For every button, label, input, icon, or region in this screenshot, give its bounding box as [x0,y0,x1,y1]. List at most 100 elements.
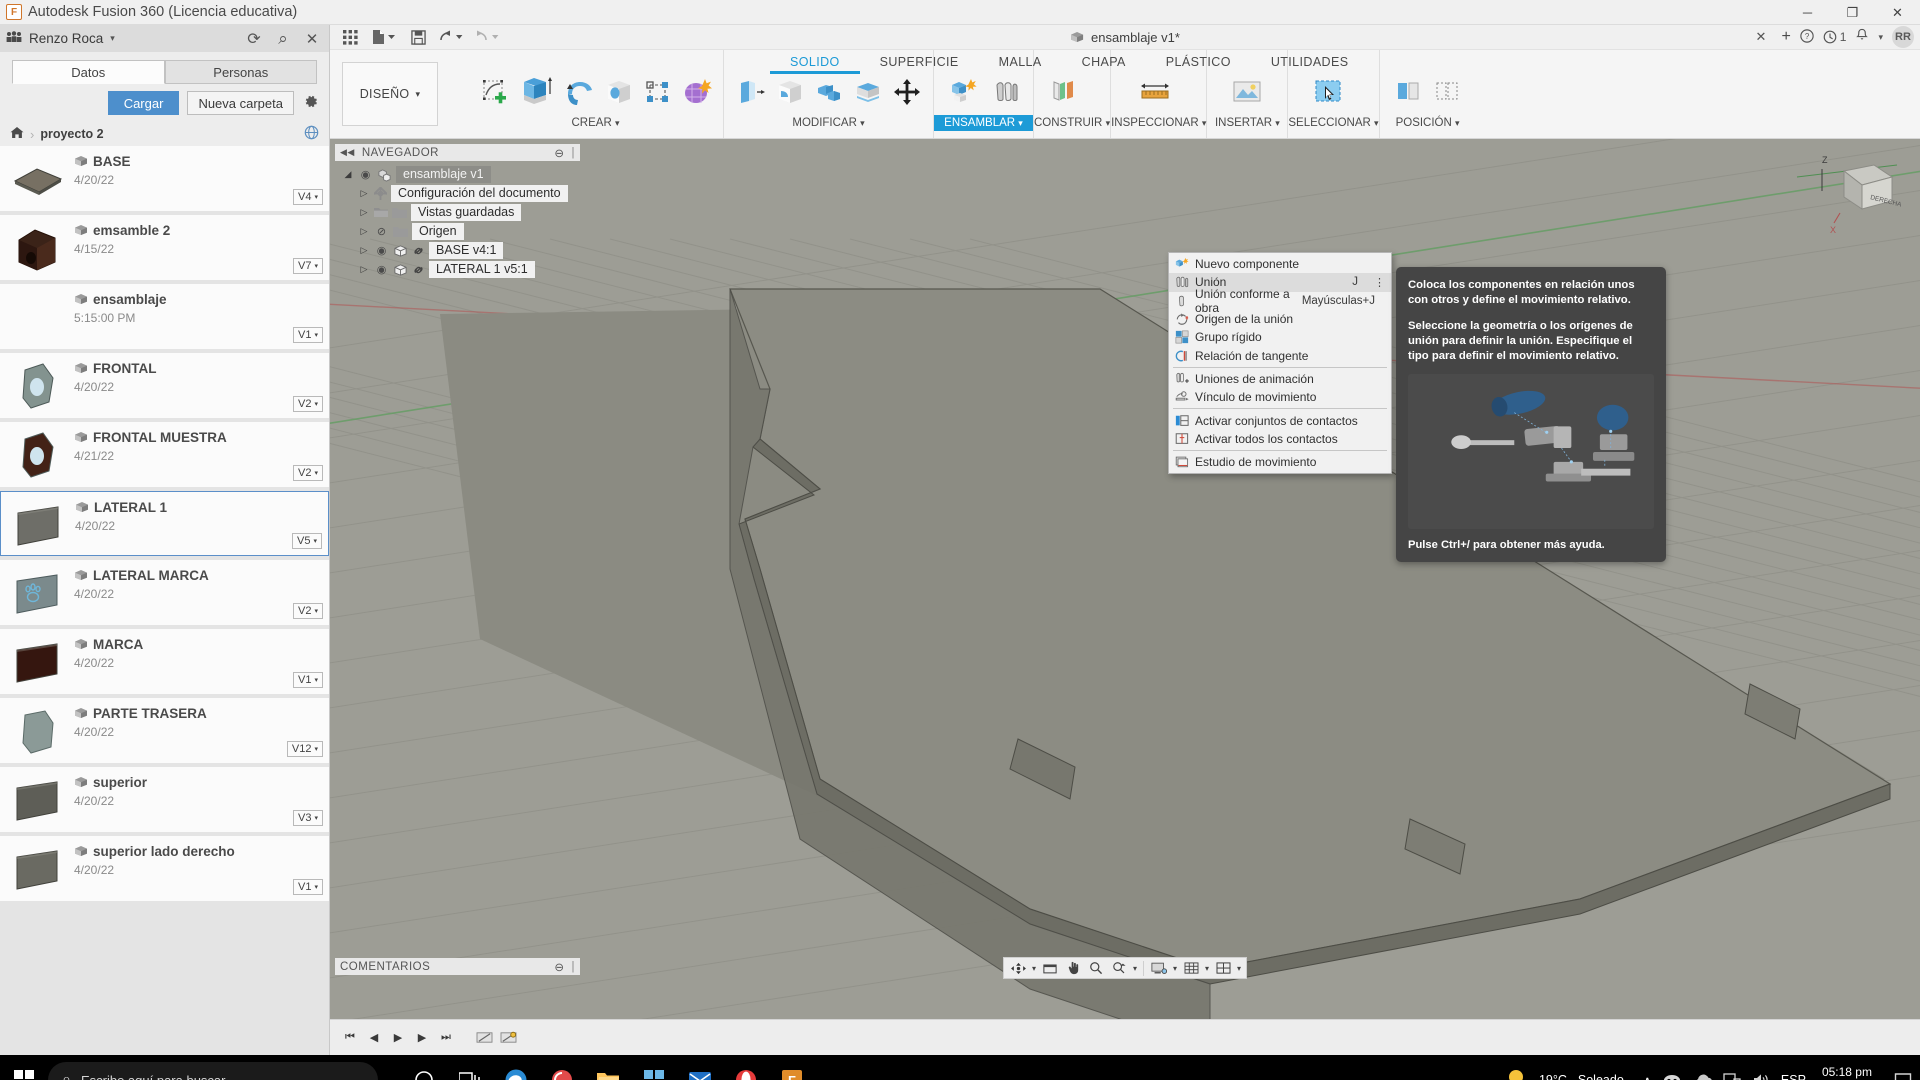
comments-resize-handle[interactable]: | [572,961,576,973]
file-list-item[interactable]: MARCA 4/20/22 V1 ▾ [0,629,329,694]
grid-snap-icon[interactable] [1180,959,1202,978]
menu-item[interactable]: Grupo rígido [1169,328,1391,346]
expand-arrow-icon[interactable]: ▷ [358,245,370,256]
file-version-badge[interactable]: V1 ▾ [293,672,323,688]
file-list-item[interactable]: FRONTAL MUESTRA 4/21/22 V2 ▾ [0,422,329,487]
weather-temperature[interactable]: 19°C [1539,1073,1567,1080]
visibility-icon[interactable]: ◉ [374,244,389,257]
assemble-dropdown-menu[interactable]: Nuevo componente Unión J ⋮ Unión conform… [1168,252,1392,475]
new-component-button[interactable] [942,72,986,112]
timeline-bar[interactable]: ⏮ ◀ ▶ ▶ ⏭ [330,1019,1920,1055]
expand-arrow-icon[interactable]: ▷ [358,226,370,237]
timeline-prev-button[interactable]: ◀ [364,1028,384,1048]
close-panel-icon[interactable]: ✕ [301,28,323,50]
timeline-play-button[interactable]: ▶ [388,1028,408,1048]
onedrive-icon[interactable] [1692,1073,1712,1080]
file-list-item[interactable]: BASE 4/20/22 V4 ▾ [0,146,329,211]
ribbon-tab-utilidades[interactable]: UTILIDADES [1251,55,1369,74]
undo-icon[interactable] [434,26,468,48]
create-sketch-button[interactable] [476,72,513,112]
view-cube[interactable]: Z DERECHA X [1792,147,1903,242]
document-tab[interactable]: ensamblaje v1* [1070,30,1180,45]
file-list-item[interactable]: emsamble 2 4/15/22 V7 ▾ [0,215,329,280]
volume-icon[interactable] [1752,1072,1770,1080]
breadcrumb-project[interactable]: proyecto 2 [40,127,103,141]
help-icon[interactable]: ? [1800,28,1814,46]
fusion360-icon[interactable]: F [772,1060,812,1080]
upload-button[interactable]: Cargar [107,91,180,115]
opera-icon[interactable] [726,1060,766,1080]
mail-icon[interactable] [680,1060,720,1080]
browser-dot-icon[interactable]: ⊖ [554,146,564,160]
app-red-icon[interactable] [542,1060,582,1080]
create-form-button[interactable] [678,72,715,112]
avatar[interactable]: RR [1892,26,1914,48]
notifications-bell-icon[interactable] [1855,28,1869,46]
file-list-item[interactable]: ensamblaje 5:15:00 PM V1 ▾ [0,284,329,349]
browser-tree-node[interactable]: ▷ ◉ BASE v4:1 [335,241,580,260]
fillet-button[interactable] [771,72,808,112]
file-version-badge[interactable]: V3 ▾ [293,810,323,826]
menu-item[interactable]: Activar conjuntos de contactos [1169,411,1391,429]
microsoft-store-icon[interactable] [634,1060,674,1080]
browser-tree-node[interactable]: ◢ ◉ ensamblaje v1 [335,165,580,184]
comments-dot-icon[interactable]: ⊖ [554,960,564,974]
browser-tree-node[interactable]: ▷ Vistas guardadas [335,203,580,222]
viewports-icon[interactable] [1212,959,1234,978]
zoom-window-icon[interactable] [1108,959,1130,978]
timeline-edit-icon[interactable] [474,1028,494,1048]
file-version-badge[interactable]: V7 ▾ [293,258,323,274]
position-revert-button[interactable] [1429,72,1466,112]
help-chevron-icon[interactable]: ▾ [1878,32,1883,43]
construction-plane-button[interactable] [1042,72,1086,112]
tab-datos[interactable]: Datos [12,60,165,84]
move-copy-button[interactable] [888,72,925,112]
ribbon-tab-malla[interactable]: MALLA [979,55,1062,74]
file-version-badge[interactable]: V2 ▾ [293,396,323,412]
file-list-item[interactable]: superior lado derecho 4/20/22 V1 ▾ [0,836,329,901]
file-list[interactable]: BASE 4/20/22 V4 ▾ emsamble 2 4/15/22 V7 … [0,146,329,1055]
weather-sun-icon[interactable] [1506,1068,1528,1080]
browser-tree-node[interactable]: ▷ ⊘ Origen [335,222,580,241]
chevron-down-icon[interactable]: ▾ [1131,959,1139,978]
minimize-button[interactable]: ─ [1785,0,1830,25]
menu-item[interactable]: Activar todos los contactos [1169,430,1391,448]
user-name[interactable]: Renzo Roca [29,31,103,46]
save-icon[interactable] [404,26,432,48]
notification-icon[interactable] [1894,1072,1912,1080]
combine-button[interactable] [849,72,886,112]
tray-expand-icon[interactable]: ∧ [1643,1073,1652,1080]
timeline-last-button[interactable]: ⏭ [436,1028,456,1048]
gear-icon[interactable] [302,93,319,113]
menu-item[interactable]: Relación de tangente [1169,346,1391,364]
file-list-item[interactable]: superior 4/20/22 V3 ▾ [0,767,329,832]
chevron-down-icon[interactable]: ▾ [1235,959,1243,978]
edge-icon[interactable] [496,1060,536,1080]
expand-arrow-icon[interactable]: ▷ [358,188,370,199]
close-button[interactable]: ✕ [1875,0,1920,25]
menu-item[interactable]: Vínculo de movimiento [1169,388,1391,406]
position-snapshot-button[interactable] [1390,72,1427,112]
display-settings-icon[interactable] [1148,959,1170,978]
file-version-badge[interactable]: V4 ▾ [293,189,323,205]
timeline-next-button[interactable]: ▶ [412,1028,432,1048]
file-version-badge[interactable]: V1 ▾ [293,327,323,343]
add-tab-button[interactable]: + [1781,28,1790,46]
browser-tree[interactable]: ◢ ◉ ensamblaje v1 ▷ Configuración del do… [335,161,580,279]
timeline-marker-icon[interactable] [498,1028,518,1048]
weather-description[interactable]: Soleado [1578,1073,1624,1080]
task-view-icon[interactable] [450,1060,490,1080]
comments-panel-header[interactable]: COMENTARIOS ⊖ | [335,958,580,975]
file-version-badge[interactable]: V5 ▾ [292,533,322,549]
file-version-badge[interactable]: V2 ▾ [293,465,323,481]
menu-item[interactable]: Nuevo componente [1169,255,1391,273]
file-version-badge[interactable]: V2 ▾ [293,603,323,619]
tab-close-icon[interactable]: ✕ [1756,29,1767,45]
browser-resize-handle[interactable]: | [572,147,576,159]
chevron-down-icon[interactable]: ▾ [1203,959,1211,978]
menu-item-overflow-icon[interactable]: ⋮ [1374,276,1385,289]
hole-button[interactable] [600,72,637,112]
globe-icon[interactable] [304,125,319,143]
file-version-badge[interactable]: V1 ▾ [293,879,323,895]
redo-icon[interactable] [470,26,504,48]
